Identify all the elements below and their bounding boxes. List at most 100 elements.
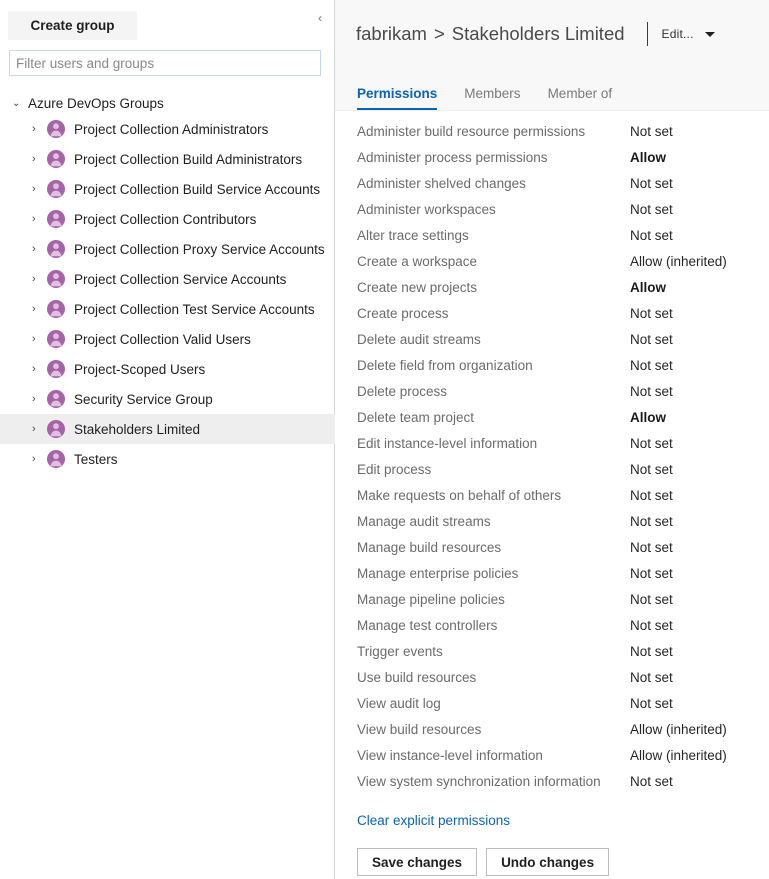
clear-explicit-permissions-link[interactable]: Clear explicit permissions	[357, 813, 510, 828]
permission-value[interactable]: Allow (inherited)	[630, 722, 727, 737]
permission-value[interactable]: Not set	[630, 384, 673, 399]
permission-value[interactable]: Not set	[630, 514, 673, 529]
permission-value[interactable]: Allow (inherited)	[630, 254, 727, 269]
permission-name: Delete field from organization	[357, 358, 630, 373]
chevron-right-icon[interactable]: ›	[32, 153, 46, 165]
sidebar-group-item[interactable]: ›Project Collection Valid Users	[0, 324, 335, 354]
save-changes-button[interactable]: Save changes	[357, 848, 477, 876]
permission-value[interactable]: Not set	[630, 202, 673, 217]
sidebar-group-item[interactable]: › Project Collection Service Accounts	[0, 264, 335, 294]
permission-value[interactable]: Not set	[630, 306, 673, 321]
edit-dropdown-label: Edit...	[662, 27, 694, 41]
permission-value[interactable]: Not set	[630, 332, 673, 347]
permission-row: Use build resourcesNot set	[335, 664, 769, 690]
tab-member-of[interactable]: Member of	[548, 86, 613, 110]
permission-row: Manage audit streamsNot set	[335, 508, 769, 534]
permission-name: Administer build resource permissions	[357, 124, 630, 139]
chevron-right-icon[interactable]: ›	[32, 243, 46, 255]
group-icon	[46, 209, 66, 229]
breadcrumb-org[interactable]: fabrikam	[356, 23, 427, 45]
group-icon	[46, 269, 66, 289]
permission-value[interactable]: Not set	[630, 696, 673, 711]
chevron-right-icon[interactable]: ›	[32, 393, 46, 405]
sidebar-group-label: Testers	[74, 452, 118, 467]
permission-value[interactable]: Not set	[630, 618, 673, 633]
permission-value[interactable]: Not set	[630, 436, 673, 451]
permission-row: View build resourcesAllow (inherited)	[335, 716, 769, 742]
permission-value[interactable]: Not set	[630, 462, 673, 477]
chevron-right-icon[interactable]: ›	[32, 453, 46, 465]
sidebar-group-item[interactable]: ›Project-Scoped Users	[0, 354, 335, 384]
sidebar-group-item[interactable]: › Stakeholders Limited	[0, 414, 335, 444]
permission-row: Manage pipeline policiesNot set	[335, 586, 769, 612]
tab-permissions[interactable]: Permissions	[357, 86, 437, 110]
permission-name: Delete process	[357, 384, 630, 399]
sidebar-group-label: Project Collection Administrators	[74, 122, 268, 137]
chevron-right-icon[interactable]: ›	[32, 273, 46, 285]
permission-row: Administer build resource permissionsNot…	[335, 118, 769, 144]
permission-value[interactable]: Not set	[630, 540, 673, 555]
sidebar-group-label: Project Collection Proxy Service Account…	[74, 242, 325, 257]
filter-users-and-groups-input[interactable]	[9, 50, 321, 76]
sidebar-group-item[interactable]: ›Project Collection Build Administrators	[0, 144, 335, 174]
sidebar-group-item[interactable]: › Project Collection Contributors	[0, 204, 335, 234]
edit-dropdown-button[interactable]: Edit...	[662, 27, 715, 41]
sidebar-group-label: Stakeholders Limited	[74, 422, 200, 437]
permission-name: Make requests on behalf of others	[357, 488, 630, 503]
sidebar-group-item[interactable]: › Testers	[0, 444, 335, 474]
permission-row: Delete audit streamsNot set	[335, 326, 769, 352]
permission-row: Administer shelved changesNot set	[335, 170, 769, 196]
breadcrumb: fabrikam > Stakeholders Limited Edit...	[356, 22, 715, 46]
permission-value[interactable]: Allow	[630, 150, 666, 165]
permission-name: Administer workspaces	[357, 202, 630, 217]
permission-value[interactable]: Not set	[630, 124, 673, 139]
permission-value[interactable]: Not set	[630, 228, 673, 243]
permission-value[interactable]: Not set	[630, 176, 673, 191]
permission-value[interactable]: Not set	[630, 358, 673, 373]
permission-value[interactable]: Allow (inherited)	[630, 748, 727, 763]
chevron-down-icon[interactable]: ⌄	[12, 98, 26, 109]
tree-root-azure-devops-groups[interactable]: ⌄ Azure DevOps Groups	[0, 92, 335, 114]
chevron-right-icon[interactable]: ›	[32, 363, 46, 375]
sidebar-group-item[interactable]: ›Security Service Group	[0, 384, 335, 414]
permission-row: Edit instance-level informationNot set	[335, 430, 769, 456]
permission-value[interactable]: Not set	[630, 488, 673, 503]
details-header: fabrikam > Stakeholders Limited Edit... …	[335, 0, 769, 111]
tab-members[interactable]: Members	[464, 86, 520, 110]
permission-row: Delete processNot set	[335, 378, 769, 404]
permission-value[interactable]: Allow	[630, 280, 666, 295]
permission-name: Administer shelved changes	[357, 176, 630, 191]
permission-row: View instance-level informationAllow (in…	[335, 742, 769, 768]
collapse-sidebar-icon[interactable]: ‹	[310, 8, 330, 28]
permission-value[interactable]: Not set	[630, 592, 673, 607]
permission-row: View audit logNot set	[335, 690, 769, 716]
chevron-right-icon[interactable]: ›	[32, 123, 46, 135]
groups-sidebar: ‹ Create group ⌄ Azure DevOps Groups ›Pr…	[0, 0, 335, 879]
group-icon	[46, 329, 66, 349]
sidebar-group-item[interactable]: › Project Collection Administrators	[0, 114, 335, 144]
chevron-right-icon[interactable]: ›	[32, 183, 46, 195]
permission-row: Administer workspacesNot set	[335, 196, 769, 222]
sidebar-group-item[interactable]: › Project Collection Proxy Service Accoun…	[0, 234, 335, 264]
group-icon	[46, 119, 66, 139]
permission-name: Manage build resources	[357, 540, 630, 555]
permission-name: Alter trace settings	[357, 228, 630, 243]
sidebar-group-item[interactable]: ›Project Collection Build Service Accoun…	[0, 174, 335, 204]
chevron-right-icon[interactable]: ›	[32, 423, 46, 435]
permission-value[interactable]: Not set	[630, 566, 673, 581]
chevron-right-icon[interactable]: ›	[32, 303, 46, 315]
sidebar-group-item[interactable]: ›Project Collection Test Service Account…	[0, 294, 335, 324]
permission-value[interactable]: Not set	[630, 774, 673, 789]
chevron-right-icon[interactable]: ›	[32, 333, 46, 345]
permission-value[interactable]: Not set	[630, 670, 673, 685]
chevron-right-icon[interactable]: ›	[32, 213, 46, 225]
create-group-button[interactable]: Create group	[8, 11, 137, 40]
sidebar-group-label: Project Collection Service Accounts	[74, 272, 286, 287]
undo-changes-button[interactable]: Undo changes	[486, 848, 609, 876]
undo-changes-label: Undo changes	[501, 855, 594, 870]
permission-value[interactable]: Not set	[630, 644, 673, 659]
sidebar-group-label: Project Collection Contributors	[74, 212, 256, 227]
permission-name: Create a workspace	[357, 254, 630, 269]
permission-value[interactable]: Allow	[630, 410, 666, 425]
permission-row: Make requests on behalf of othersNot set	[335, 482, 769, 508]
